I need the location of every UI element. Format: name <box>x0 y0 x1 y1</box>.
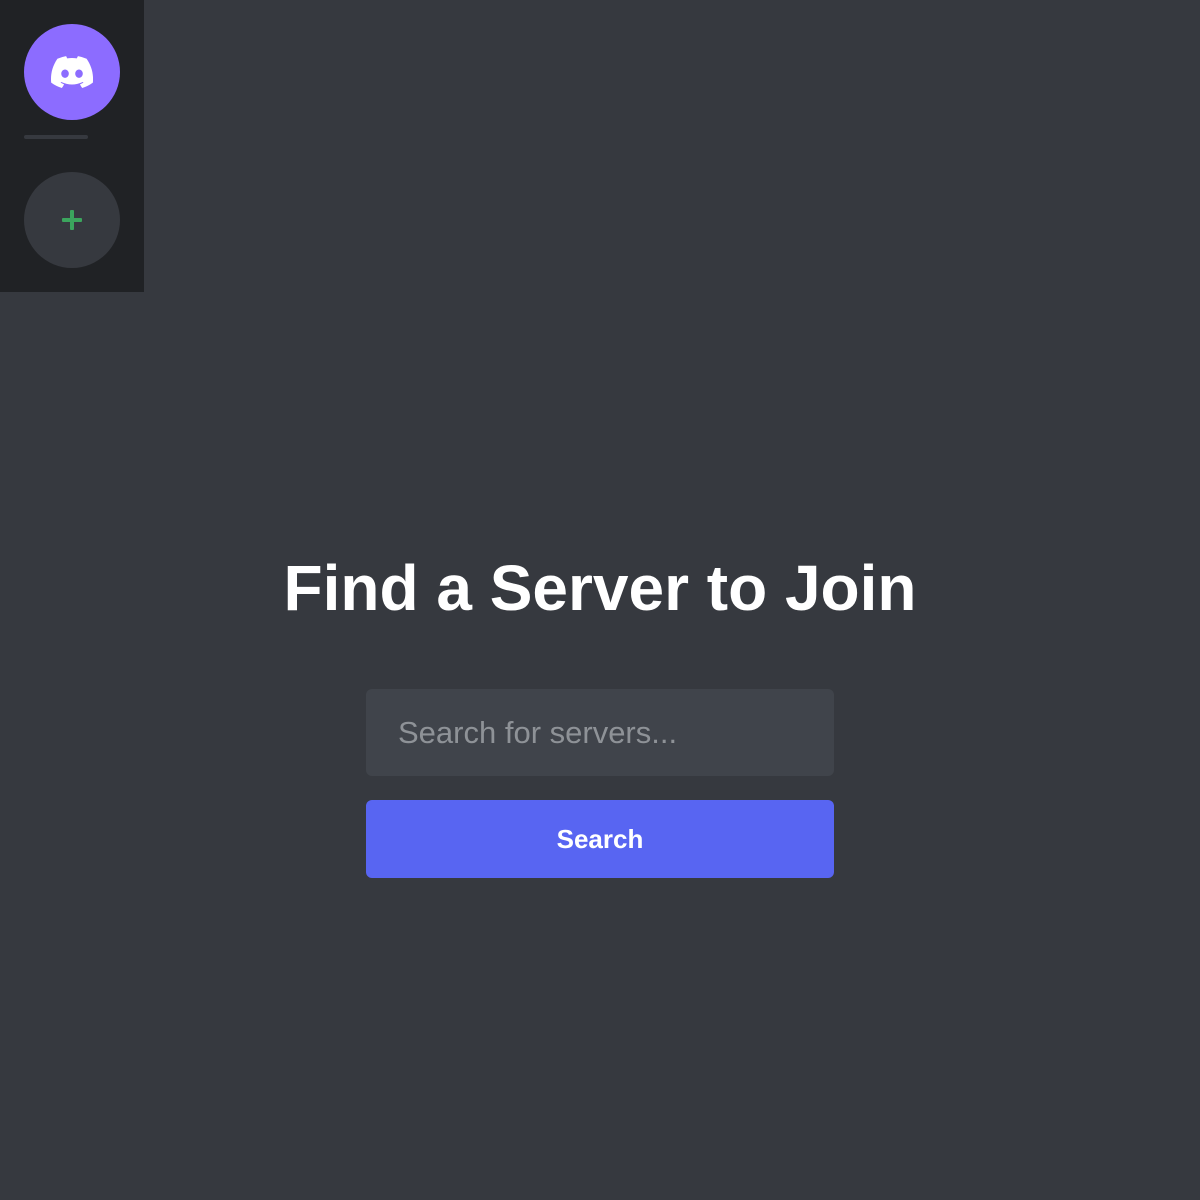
discord-logo-icon <box>51 56 93 88</box>
home-button[interactable] <box>24 24 120 120</box>
app-window: Find a Server to Join Search <box>0 0 1200 1200</box>
rail-separator <box>24 135 88 139</box>
search-input[interactable] <box>366 689 834 776</box>
main-content: Find a Server to Join Search <box>0 0 1200 1200</box>
page-title: Find a Server to Join <box>283 552 917 624</box>
server-rail <box>0 0 144 292</box>
add-server-button[interactable] <box>24 172 120 268</box>
search-button[interactable]: Search <box>366 800 834 878</box>
plus-icon <box>62 210 82 230</box>
